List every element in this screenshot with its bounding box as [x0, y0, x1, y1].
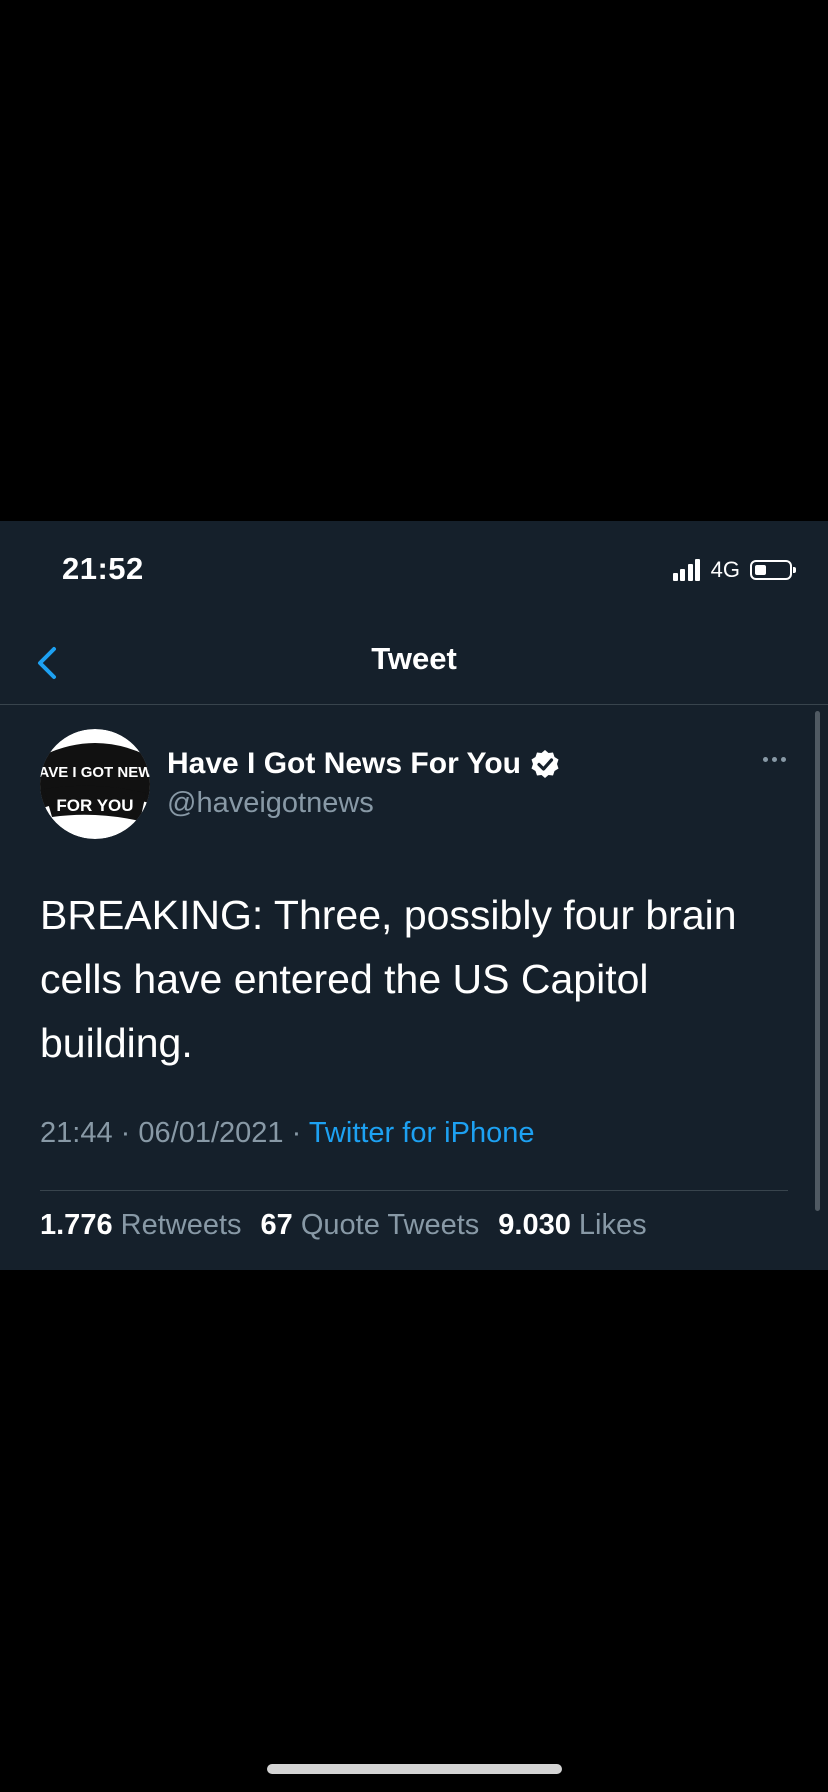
likes-stat[interactable]: 9.030 Likes	[498, 1209, 646, 1242]
signal-icon	[672, 559, 703, 581]
author-name-row[interactable]: Have I Got News For You	[167, 747, 561, 781]
retweets-stat[interactable]: 1.776 Retweets	[40, 1209, 242, 1242]
author-handle[interactable]: @haveigotnews	[167, 787, 374, 820]
retweets-label: Retweets	[120, 1209, 242, 1241]
network-type: 4G	[710, 557, 740, 582]
svg-text:HAVE I GOT NEWS: HAVE I GOT NEWS	[40, 764, 150, 781]
page-title: Tweet	[371, 641, 457, 676]
likes-label: Likes	[578, 1209, 647, 1241]
status-indicators: 4G	[672, 555, 796, 585]
avatar-logo: HAVE I GOT NEWS FOR YOU	[40, 729, 150, 839]
meta-separator: ·	[120, 1117, 131, 1149]
divider	[40, 1190, 788, 1191]
quote-tweets-count: 67	[260, 1209, 293, 1241]
tweet-detail: HAVE I GOT NEWS FOR YOU Have I Got News …	[0, 705, 828, 1270]
tweet-text: BREAKING: Three, possibly four brain cel…	[40, 892, 737, 1066]
status-bar: 21:52 4G	[0, 521, 828, 621]
more-options-button[interactable]	[759, 757, 786, 762]
svg-text:FOR YOU: FOR YOU	[56, 796, 133, 815]
tweet-stats: 1.776 Retweets 67 Quote Tweets 9.030 Lik…	[40, 1209, 666, 1242]
retweets-count: 1.776	[40, 1209, 113, 1241]
more-dot-icon	[772, 757, 777, 762]
scrollbar[interactable]	[815, 711, 820, 1211]
navigation-bar: Tweet	[0, 621, 828, 705]
verified-badge-icon	[531, 750, 559, 778]
tweet-source-link[interactable]: Twitter for iPhone	[309, 1117, 535, 1149]
tweet-date: 06/01/2021	[138, 1117, 284, 1149]
meta-separator: ·	[291, 1117, 302, 1149]
quote-tweets-stat[interactable]: 67 Quote Tweets	[261, 1209, 480, 1242]
quote-tweets-label: Quote Tweets	[300, 1209, 480, 1241]
status-time: 21:52	[62, 551, 144, 586]
home-indicator[interactable]	[267, 1764, 562, 1774]
likes-count: 9.030	[498, 1209, 571, 1241]
battery-icon	[750, 560, 796, 580]
tweet-meta: 21:44 · 06/01/2021 · Twitter for iPhone	[40, 1117, 534, 1150]
more-dot-icon	[763, 757, 768, 762]
display-name[interactable]: Have I Got News For You	[167, 747, 521, 781]
tweet-screen: 21:52 4G Tweet AVE I GOT NEW FOR YOU Hav…	[0, 521, 828, 1270]
more-dot-icon	[781, 757, 786, 762]
tweet-time: 21:44	[40, 1117, 113, 1149]
avatar[interactable]: HAVE I GOT NEWS FOR YOU	[40, 729, 150, 839]
